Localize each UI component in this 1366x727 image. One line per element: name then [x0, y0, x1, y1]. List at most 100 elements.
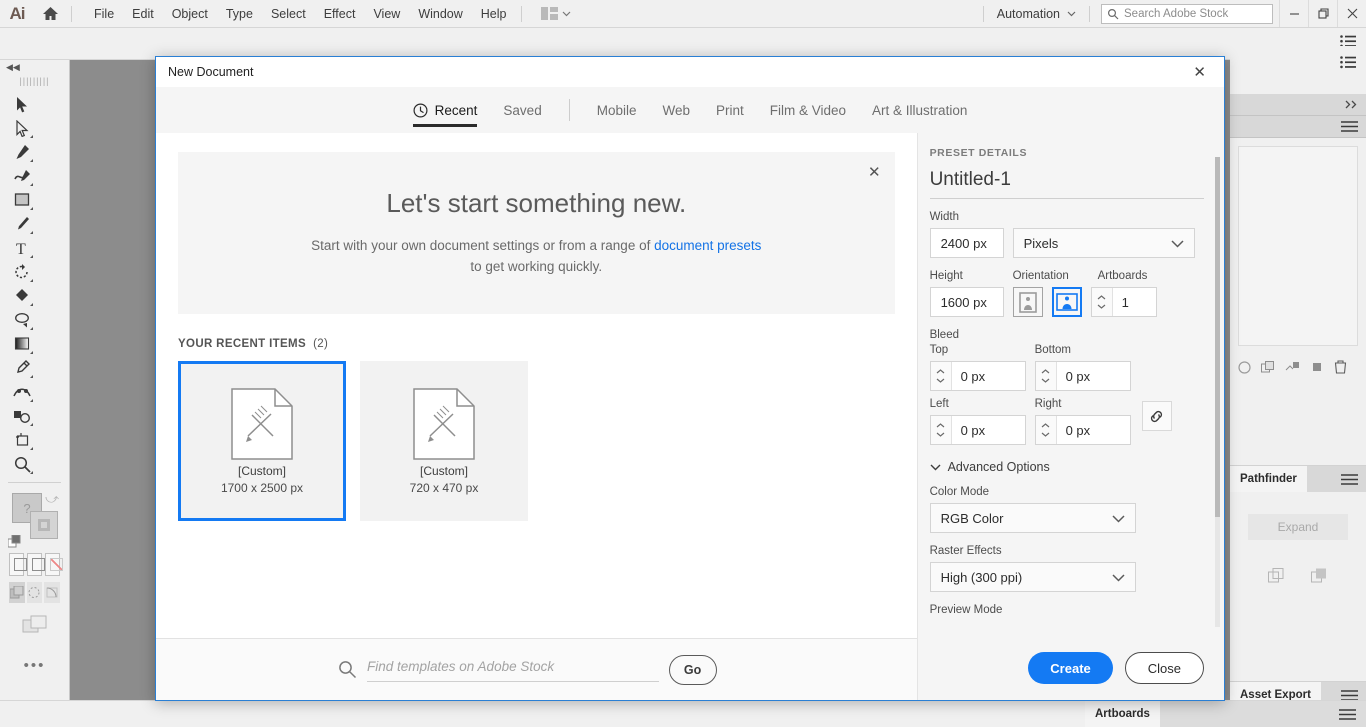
menu-select[interactable]: Select [262, 3, 315, 25]
default-fill-stroke-icon[interactable] [7, 534, 22, 549]
menu-file[interactable]: File [85, 3, 123, 25]
maximize-button[interactable] [1308, 0, 1337, 27]
duplicate-icon[interactable] [1261, 360, 1275, 374]
curvature-tool[interactable] [9, 164, 35, 188]
raster-effects-select[interactable]: High (300 ppi) [929, 562, 1136, 592]
tools-drag-grip[interactable]: ||||||||| [0, 74, 69, 88]
dialog-close-icon[interactable]: ✕ [1187, 61, 1212, 83]
menu-edit[interactable]: Edit [123, 3, 163, 25]
advanced-options-toggle[interactable]: Advanced Options [930, 460, 1204, 474]
paintbrush-tool[interactable] [9, 212, 35, 236]
circle-icon[interactable] [1238, 360, 1251, 374]
none-fill-button[interactable] [45, 553, 63, 576]
menu-effect[interactable]: Effect [315, 3, 365, 25]
color-mode-select[interactable]: RGB Color [929, 503, 1136, 533]
properties-list-icon[interactable] [1340, 56, 1356, 74]
panel-tab-pathfinder[interactable]: Pathfinder [1230, 466, 1307, 492]
preset-scrollbar-thumb[interactable] [1215, 157, 1220, 517]
bleed-bottom-arrows[interactable] [1035, 362, 1057, 390]
eyedropper-tool[interactable] [9, 356, 35, 380]
selection-tool[interactable] [9, 92, 35, 116]
tab-mobile[interactable]: Mobile [584, 87, 650, 133]
tab-recent[interactable]: Recent [400, 87, 491, 133]
rectangle-tool[interactable] [9, 188, 35, 212]
bleed-bottom-stepper[interactable]: 0 px [1034, 361, 1131, 391]
draw-normal-button[interactable] [9, 582, 25, 603]
zoom-tool[interactable] [9, 452, 35, 476]
width-input[interactable]: 2400 px [929, 228, 1004, 258]
trash-icon[interactable] [1334, 360, 1347, 374]
menu-type[interactable]: Type [217, 3, 262, 25]
gradient-tool[interactable] [9, 332, 35, 356]
edit-toolbar-button[interactable]: ••• [0, 635, 69, 674]
gradient-fill-button[interactable] [27, 553, 45, 576]
expand-button[interactable]: Expand [1248, 514, 1348, 540]
shape-builder-tool[interactable] [9, 404, 35, 428]
screen-mode-button[interactable] [0, 607, 69, 635]
trim-icon[interactable] [1268, 568, 1285, 585]
asset-export-menu-icon[interactable] [1341, 689, 1358, 701]
landscape-orientation-button[interactable] [1051, 287, 1082, 317]
bleed-top-stepper[interactable]: 0 px [929, 361, 1026, 391]
dismiss-banner-icon[interactable]: ✕ [868, 163, 881, 181]
draw-behind-button[interactable] [26, 582, 43, 603]
rotate-tool[interactable] [9, 260, 35, 284]
go-button[interactable]: Go [668, 654, 717, 685]
height-input[interactable]: 1600 px [929, 287, 1004, 317]
bleed-left-stepper[interactable]: 0 px [929, 415, 1026, 445]
link-bleed-values-button[interactable] [1141, 401, 1172, 431]
portrait-orientation-button[interactable] [1012, 287, 1043, 317]
draw-inside-button[interactable] [44, 582, 61, 603]
collapse-tools-button[interactable]: ◀◀ [0, 60, 69, 74]
bleed-top-arrows[interactable] [930, 362, 952, 390]
menu-window[interactable]: Window [409, 3, 471, 25]
type-tool[interactable]: T [9, 236, 35, 260]
panel-tab-artboards[interactable]: Artboards [1085, 701, 1160, 727]
bleed-left-arrows[interactable] [930, 416, 952, 444]
template-search-input[interactable]: Find templates on Adobe Stock [367, 658, 659, 682]
menu-view[interactable]: View [364, 3, 409, 25]
recent-item-0[interactable]: [Custom] 1700 x 2500 px [178, 361, 346, 521]
units-select[interactable]: Pixels [1012, 228, 1195, 258]
close-button[interactable]: Close [1124, 652, 1204, 684]
create-button[interactable]: Create [1028, 652, 1113, 684]
swap-fill-stroke-icon[interactable]: ⤻ [45, 491, 59, 507]
stock-search-input[interactable]: Search Adobe Stock [1101, 3, 1273, 24]
bleed-right-stepper[interactable]: 0 px [1034, 415, 1131, 445]
tab-print[interactable]: Print [703, 87, 757, 133]
tab-web[interactable]: Web [649, 87, 703, 133]
release-icon[interactable] [1285, 361, 1300, 374]
preset-details-scroll: PRESET DETAILS Untitled-1 Width 2400 px … [918, 133, 1224, 636]
workspace-switcher[interactable]: Automation [989, 4, 1084, 24]
tab-saved[interactable]: Saved [490, 87, 554, 133]
stroke-swatch[interactable] [30, 511, 58, 539]
artboards-stepper[interactable]: 1 [1090, 287, 1157, 317]
recent-item-1[interactable]: [Custom] 720 x 470 px [360, 361, 528, 521]
close-window-button[interactable] [1337, 0, 1366, 27]
minimize-button[interactable] [1279, 0, 1308, 27]
welcome-banner: ✕ Let's start something new. Start with … [178, 152, 895, 314]
tab-film-video[interactable]: Film & Video [757, 87, 859, 133]
pen-tool[interactable] [9, 140, 35, 164]
make-mask-icon[interactable] [1310, 361, 1324, 374]
menu-help[interactable]: Help [472, 3, 516, 25]
home-icon[interactable] [34, 6, 66, 21]
artboards-menu-icon[interactable] [1339, 708, 1356, 720]
width-tool[interactable] [9, 380, 35, 404]
bleed-right-arrows[interactable] [1035, 416, 1057, 444]
color-fill-button[interactable] [9, 553, 27, 576]
tab-art-illustration[interactable]: Art & Illustration [859, 87, 980, 133]
arrange-documents-button[interactable] [535, 4, 577, 23]
document-name-input[interactable]: Untitled-1 [929, 169, 1204, 199]
direct-selection-tool[interactable] [9, 116, 35, 140]
menu-object[interactable]: Object [163, 3, 217, 25]
lasso-tool[interactable] [9, 308, 35, 332]
artboards-stepper-arrows[interactable] [1091, 288, 1113, 316]
dock-expand-bar[interactable] [1230, 94, 1366, 116]
shaper-tool[interactable] [9, 284, 35, 308]
panel-menu-icon[interactable] [1341, 121, 1358, 132]
artboard-tool[interactable] [9, 428, 35, 452]
pathfinder-menu-icon[interactable] [1341, 473, 1358, 485]
document-presets-link[interactable]: document presets [654, 238, 761, 253]
merge-icon[interactable] [1311, 568, 1328, 585]
